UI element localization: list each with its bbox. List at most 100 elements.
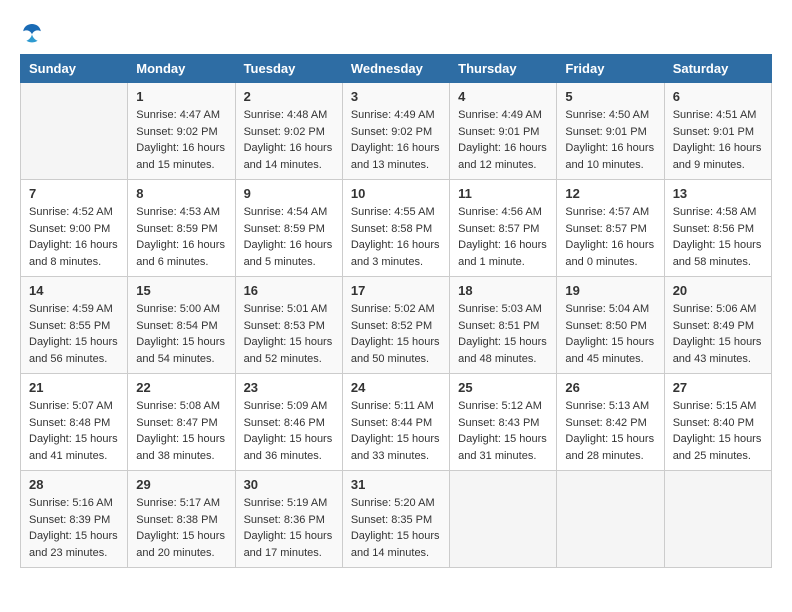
calendar-cell: 27 Sunrise: 5:15 AMSunset: 8:40 PMDayligh… (664, 374, 771, 471)
calendar-cell (557, 471, 664, 568)
day-number: 8 (136, 186, 226, 201)
day-number: 15 (136, 283, 226, 298)
day-number: 12 (565, 186, 655, 201)
day-info: Sunrise: 4:52 AMSunset: 9:00 PMDaylight:… (29, 204, 119, 270)
day-info: Sunrise: 5:11 AMSunset: 8:44 PMDaylight:… (351, 398, 441, 464)
day-info: Sunrise: 5:04 AMSunset: 8:50 PMDaylight:… (565, 301, 655, 367)
day-number: 4 (458, 89, 548, 104)
week-row-2: 14 Sunrise: 4:59 AMSunset: 8:55 PMDayligh… (21, 277, 772, 374)
day-number: 3 (351, 89, 441, 104)
week-row-1: 7Sunrise: 4:52 AMSunset: 9:00 PMDaylight… (21, 180, 772, 277)
calendar-cell: 3 Sunrise: 4:49 AMSunset: 9:02 PMDaylight… (342, 83, 449, 180)
calendar-cell: 17Sunrise: 5:02 AMSunset: 8:52 PMDayligh… (342, 277, 449, 374)
day-info: Sunrise: 5:03 AMSunset: 8:51 PMDaylight:… (458, 301, 548, 367)
day-info: Sunrise: 4:56 AMSunset: 8:57 PMDaylight:… (458, 204, 548, 270)
day-info: Sunrise: 4:50 AMSunset: 9:01 PMDaylight:… (565, 107, 655, 173)
page-header (20, 20, 772, 44)
day-number: 26 (565, 380, 655, 395)
calendar-cell: 6 Sunrise: 4:51 AMSunset: 9:01 PMDaylight… (664, 83, 771, 180)
day-number: 14 (29, 283, 119, 298)
calendar-header-row: SundayMondayTuesdayWednesdayThursdayFrid… (21, 55, 772, 83)
day-number: 20 (673, 283, 763, 298)
day-number: 13 (673, 186, 763, 201)
day-info: Sunrise: 4:53 AMSunset: 8:59 PMDaylight:… (136, 204, 226, 270)
calendar-cell: 16 Sunrise: 5:01 AMSunset: 8:53 PMDayligh… (235, 277, 342, 374)
day-info: Sunrise: 4:47 AMSunset: 9:02 PMDaylight:… (136, 107, 226, 173)
logo-icon (20, 20, 44, 44)
day-number: 25 (458, 380, 548, 395)
calendar-cell: 23Sunrise: 5:09 AMSunset: 8:46 PMDayligh… (235, 374, 342, 471)
day-info: Sunrise: 5:17 AMSunset: 8:38 PMDaylight:… (136, 495, 226, 561)
calendar-cell (21, 83, 128, 180)
calendar-cell: 30 Sunrise: 5:19 AMSunset: 8:36 PMDayligh… (235, 471, 342, 568)
day-info: Sunrise: 5:06 AMSunset: 8:49 PMDaylight:… (673, 301, 763, 367)
calendar-cell: 8 Sunrise: 4:53 AMSunset: 8:59 PMDaylight… (128, 180, 235, 277)
week-row-4: 28 Sunrise: 5:16 AMSunset: 8:39 PMDayligh… (21, 471, 772, 568)
calendar-cell: 29 Sunrise: 5:17 AMSunset: 8:38 PMDayligh… (128, 471, 235, 568)
week-row-0: 1 Sunrise: 4:47 AMSunset: 9:02 PMDaylight… (21, 83, 772, 180)
calendar-cell: 28 Sunrise: 5:16 AMSunset: 8:39 PMDayligh… (21, 471, 128, 568)
calendar-cell: 21 Sunrise: 5:07 AMSunset: 8:48 PMDayligh… (21, 374, 128, 471)
calendar-cell: 14 Sunrise: 4:59 AMSunset: 8:55 PMDayligh… (21, 277, 128, 374)
calendar-cell: 12Sunrise: 4:57 AMSunset: 8:57 PMDayligh… (557, 180, 664, 277)
calendar-cell (450, 471, 557, 568)
day-info: Sunrise: 4:59 AMSunset: 8:55 PMDaylight:… (29, 301, 119, 367)
calendar-cell: 7Sunrise: 4:52 AMSunset: 9:00 PMDaylight… (21, 180, 128, 277)
day-number: 1 (136, 89, 226, 104)
calendar-cell: 13 Sunrise: 4:58 AMSunset: 8:56 PMDayligh… (664, 180, 771, 277)
header-day-friday: Friday (557, 55, 664, 83)
day-number: 9 (244, 186, 334, 201)
day-info: Sunrise: 4:54 AMSunset: 8:59 PMDaylight:… (244, 204, 334, 270)
day-number: 19 (565, 283, 655, 298)
day-info: Sunrise: 4:58 AMSunset: 8:56 PMDaylight:… (673, 204, 763, 270)
day-info: Sunrise: 5:08 AMSunset: 8:47 PMDaylight:… (136, 398, 226, 464)
day-number: 6 (673, 89, 763, 104)
day-number: 29 (136, 477, 226, 492)
calendar-cell (664, 471, 771, 568)
day-info: Sunrise: 5:13 AMSunset: 8:42 PMDaylight:… (565, 398, 655, 464)
calendar-cell: 11 Sunrise: 4:56 AMSunset: 8:57 PMDayligh… (450, 180, 557, 277)
day-number: 10 (351, 186, 441, 201)
day-info: Sunrise: 5:02 AMSunset: 8:52 PMDaylight:… (351, 301, 441, 367)
calendar-cell: 2 Sunrise: 4:48 AMSunset: 9:02 PMDaylight… (235, 83, 342, 180)
day-info: Sunrise: 5:19 AMSunset: 8:36 PMDaylight:… (244, 495, 334, 561)
calendar-cell: 4 Sunrise: 4:49 AMSunset: 9:01 PMDaylight… (450, 83, 557, 180)
calendar-cell: 9 Sunrise: 4:54 AMSunset: 8:59 PMDaylight… (235, 180, 342, 277)
day-info: Sunrise: 5:12 AMSunset: 8:43 PMDaylight:… (458, 398, 548, 464)
week-row-3: 21 Sunrise: 5:07 AMSunset: 8:48 PMDayligh… (21, 374, 772, 471)
day-info: Sunrise: 4:49 AMSunset: 9:01 PMDaylight:… (458, 107, 548, 173)
day-info: Sunrise: 4:51 AMSunset: 9:01 PMDaylight:… (673, 107, 763, 173)
day-number: 22 (136, 380, 226, 395)
calendar-cell: 19 Sunrise: 5:04 AMSunset: 8:50 PMDayligh… (557, 277, 664, 374)
day-info: Sunrise: 5:01 AMSunset: 8:53 PMDaylight:… (244, 301, 334, 367)
day-number: 28 (29, 477, 119, 492)
header-day-monday: Monday (128, 55, 235, 83)
day-number: 30 (244, 477, 334, 492)
day-number: 11 (458, 186, 548, 201)
calendar-cell: 22 Sunrise: 5:08 AMSunset: 8:47 PMDayligh… (128, 374, 235, 471)
day-info: Sunrise: 5:00 AMSunset: 8:54 PMDaylight:… (136, 301, 226, 367)
day-number: 24 (351, 380, 441, 395)
day-info: Sunrise: 5:07 AMSunset: 8:48 PMDaylight:… (29, 398, 119, 464)
day-number: 5 (565, 89, 655, 104)
header-day-saturday: Saturday (664, 55, 771, 83)
header-day-tuesday: Tuesday (235, 55, 342, 83)
day-info: Sunrise: 5:09 AMSunset: 8:46 PMDaylight:… (244, 398, 334, 464)
day-info: Sunrise: 5:16 AMSunset: 8:39 PMDaylight:… (29, 495, 119, 561)
header-day-sunday: Sunday (21, 55, 128, 83)
day-number: 2 (244, 89, 334, 104)
calendar-cell: 15 Sunrise: 5:00 AMSunset: 8:54 PMDayligh… (128, 277, 235, 374)
calendar-cell: 10Sunrise: 4:55 AMSunset: 8:58 PMDayligh… (342, 180, 449, 277)
day-number: 18 (458, 283, 548, 298)
day-info: Sunrise: 4:48 AMSunset: 9:02 PMDaylight:… (244, 107, 334, 173)
calendar-cell: 18 Sunrise: 5:03 AMSunset: 8:51 PMDayligh… (450, 277, 557, 374)
calendar-cell: 20 Sunrise: 5:06 AMSunset: 8:49 PMDayligh… (664, 277, 771, 374)
day-info: Sunrise: 4:49 AMSunset: 9:02 PMDaylight:… (351, 107, 441, 173)
calendar-cell: 25 Sunrise: 5:12 AMSunset: 8:43 PMDayligh… (450, 374, 557, 471)
calendar-cell: 24 Sunrise: 5:11 AMSunset: 8:44 PMDayligh… (342, 374, 449, 471)
day-number: 21 (29, 380, 119, 395)
day-number: 27 (673, 380, 763, 395)
day-number: 16 (244, 283, 334, 298)
day-info: Sunrise: 5:15 AMSunset: 8:40 PMDaylight:… (673, 398, 763, 464)
day-info: Sunrise: 5:20 AMSunset: 8:35 PMDaylight:… (351, 495, 441, 561)
